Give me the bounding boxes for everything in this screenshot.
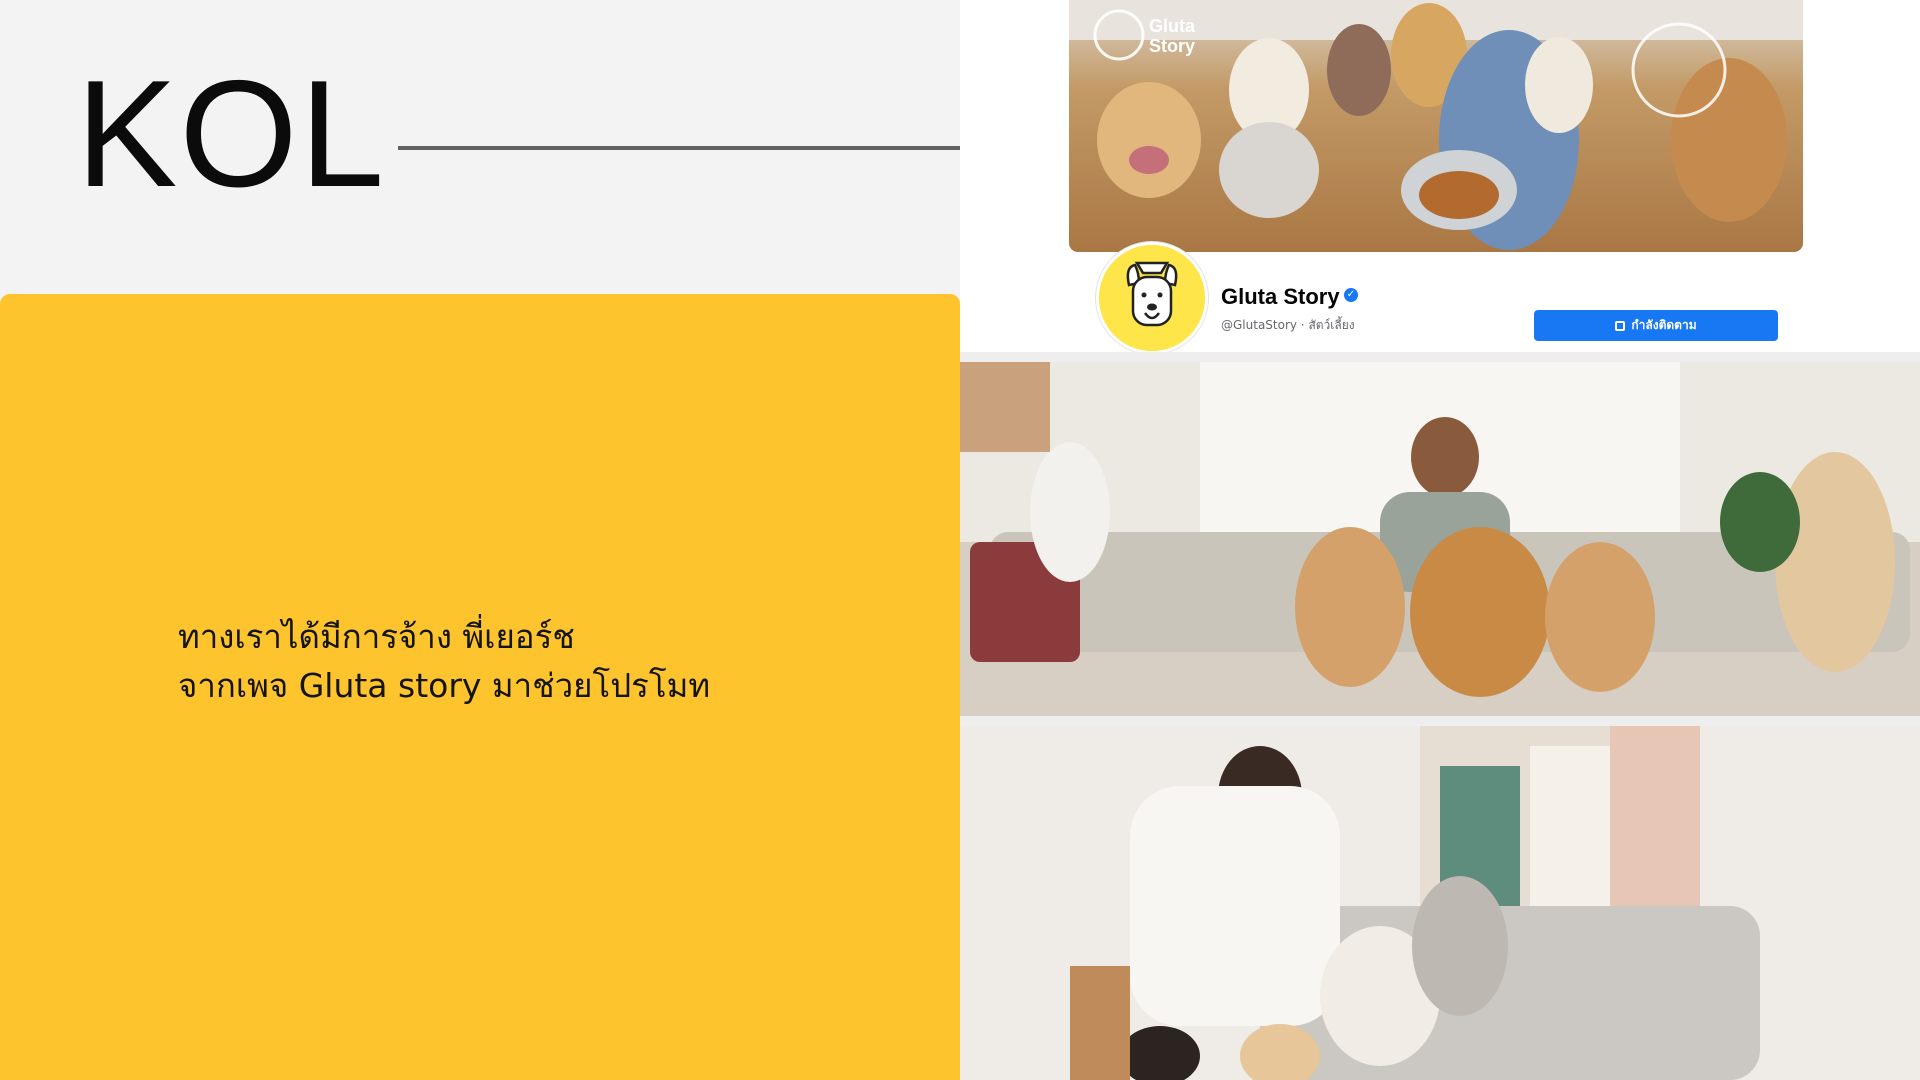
photo-man-with-dogs-on-sofa: [960, 362, 1920, 716]
page-handle: @GlutaStory · สัตว์เลี้ยง: [1221, 318, 1355, 332]
page-name[interactable]: Gluta Story: [1221, 284, 1340, 310]
following-button-label: กำลังติดตาม: [1631, 318, 1697, 332]
cover-logo-line2: Story: [1149, 36, 1195, 56]
following-icon: [1615, 320, 1626, 331]
body-text: ทางเราได้มีการจ้าง พี่เยอร์ช จากเพจ Glut…: [178, 612, 918, 710]
body-line-2: จากเพจ Gluta story มาช่วยโปรโมท: [178, 666, 711, 705]
slide-title: KOL: [76, 49, 387, 219]
following-button[interactable]: กำลังติดตาม: [1534, 310, 1778, 341]
cover-photo: Gluta Story: [1069, 0, 1803, 252]
photo-man-playing-with-dogs: [960, 726, 1920, 1080]
section-divider: [960, 716, 1920, 726]
section-divider: [960, 352, 1920, 362]
body-line-1: ทางเราได้มีการจ้าง พี่เยอร์ช: [178, 617, 575, 656]
cover-logo-line1: Gluta: [1149, 16, 1196, 36]
facebook-page-screenshot: Gluta Story Gluta Story ✓ @GlutaStory · …: [960, 0, 1920, 352]
page-avatar[interactable]: [1096, 242, 1208, 352]
title-divider: [398, 146, 960, 150]
image-column: Gluta Story Gluta Story ✓ @GlutaStory · …: [960, 0, 1920, 1080]
verified-badge-icon: ✓: [1344, 288, 1358, 302]
